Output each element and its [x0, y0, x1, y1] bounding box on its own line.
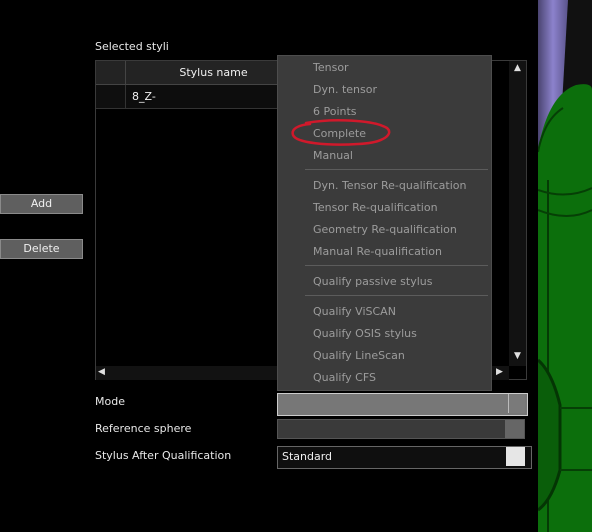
scroll-up-arrow[interactable]: ▲ — [509, 63, 526, 73]
selected-styli-label: Selected styli — [95, 40, 169, 53]
menu-item-qualify-viscan[interactable]: Qualify ViSCAN — [313, 305, 396, 318]
menu-item-geometry-requalification[interactable]: Geometry Re-qualification — [313, 223, 457, 236]
reference-sphere-dropdown-button[interactable] — [505, 420, 524, 438]
column-header-stylus-name[interactable]: Stylus name — [126, 61, 301, 85]
menu-item-dyn-tensor[interactable]: Dyn. tensor — [313, 83, 377, 96]
delete-button[interactable]: Delete — [0, 239, 83, 259]
table-row-stylus-name[interactable]: 8_Z- — [126, 85, 301, 109]
stylus-after-qualification-select[interactable]: Standard — [277, 446, 532, 469]
menu-item-6-points[interactable]: 6 Points — [313, 105, 357, 118]
menu-separator — [305, 295, 488, 296]
3d-viewport[interactable] — [538, 0, 592, 532]
table-row-header[interactable] — [96, 85, 126, 109]
stylus-model-graphic — [538, 0, 592, 532]
menu-item-qualify-linescan[interactable]: Qualify LineScan — [313, 349, 405, 362]
red-annotation-circle — [291, 119, 391, 146]
scroll-right-arrow[interactable]: ▶ — [496, 367, 503, 377]
reference-sphere-label: Reference sphere — [95, 422, 192, 435]
menu-item-qualify-cfs[interactable]: Qualify CFS — [313, 371, 376, 384]
scroll-left-arrow[interactable]: ◀ — [98, 367, 105, 377]
menu-item-tensor[interactable]: Tensor — [313, 61, 349, 74]
reference-sphere-select[interactable] — [277, 419, 525, 439]
menu-item-manual-requalification[interactable]: Manual Re-qualification — [313, 245, 442, 258]
menu-separator — [305, 169, 488, 170]
menu-item-qualify-osis-stylus[interactable]: Qualify OSIS stylus — [313, 327, 417, 340]
mode-label: Mode — [95, 395, 125, 408]
menu-item-dyn-tensor-requalification[interactable]: Dyn. Tensor Re-qualification — [313, 179, 467, 192]
menu-separator — [305, 265, 488, 266]
menu-item-manual[interactable]: Manual — [313, 149, 353, 162]
menu-item-qualify-passive-stylus[interactable]: Qualify passive stylus — [313, 275, 433, 288]
table-vertical-scrollbar[interactable]: ▲ ▼ — [509, 61, 526, 366]
table-corner-header — [96, 61, 126, 85]
mode-dropdown-button[interactable] — [508, 394, 525, 413]
stylus-after-qualification-label: Stylus After Qualification — [95, 449, 232, 462]
mode-select[interactable] — [277, 393, 528, 416]
add-button[interactable]: Add — [0, 194, 83, 214]
scroll-down-arrow[interactable]: ▼ — [509, 351, 526, 361]
stylus-after-qualification-dropdown-button[interactable] — [506, 447, 525, 466]
menu-item-tensor-requalification[interactable]: Tensor Re-qualification — [313, 201, 438, 214]
